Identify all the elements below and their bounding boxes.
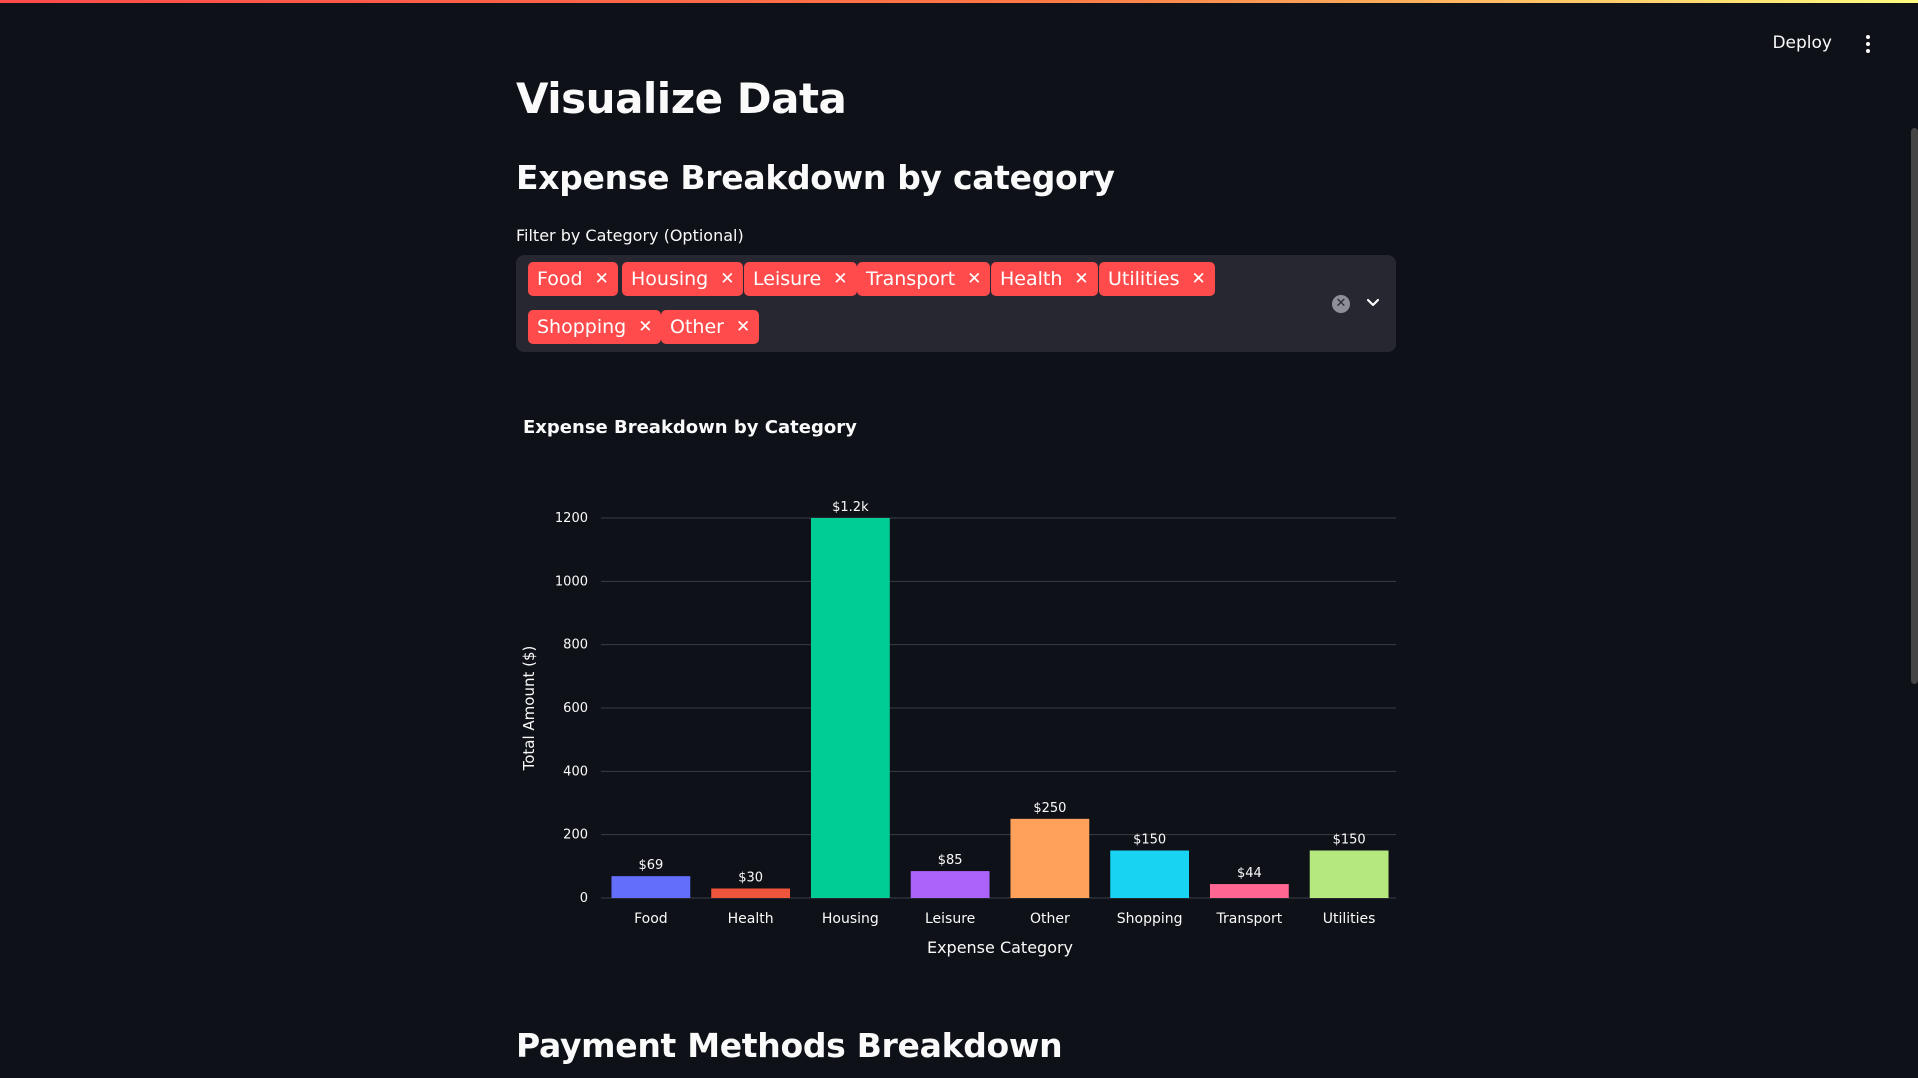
bar-data-label: $69 (638, 858, 663, 873)
bar-data-label: $1.2k (832, 500, 869, 515)
y-tick-label: 0 (580, 891, 588, 906)
chart-svg: Expense Breakdown by Category 0 200 400 600 8… (520, 417, 1399, 957)
x-tick-label: Housing (822, 911, 879, 927)
top-decoration-bar (0, 0, 1918, 3)
bar-data-label: $85 (938, 853, 963, 868)
y-axis-label: Total Amount ($) (520, 646, 538, 772)
scrollbar[interactable] (1911, 128, 1918, 684)
filter-label: Filter by Category (Optional) (516, 226, 744, 245)
remove-chip-icon[interactable]: ✕ (720, 269, 734, 289)
remove-chip-icon[interactable]: ✕ (833, 269, 847, 289)
bar-leisure (910, 871, 990, 898)
chip-utilities[interactable]: Utilities ✕ (1099, 262, 1215, 296)
bar-data-label: $150 (1133, 833, 1166, 848)
bar-transport (1209, 884, 1289, 898)
chip-other[interactable]: Other ✕ (661, 310, 760, 344)
x-tick-label: Transport (1216, 911, 1283, 927)
chip-label: Shopping (537, 316, 627, 338)
bar-food (611, 876, 691, 898)
chip-label: Leisure (753, 268, 822, 290)
chip-label: Housing (631, 268, 709, 290)
chip-transport[interactable]: Transport ✕ (857, 262, 991, 296)
chip-label: Other (670, 316, 724, 338)
y-tick-label: 1000 (555, 574, 588, 589)
x-axis-label: Expense Category (927, 938, 1073, 957)
x-tick-label: Food (634, 911, 668, 927)
y-tick-label: 800 (563, 638, 588, 653)
chip-label: Health (1000, 268, 1063, 290)
remove-chip-icon[interactable]: ✕ (1192, 269, 1206, 289)
bar-utilities (1309, 850, 1389, 898)
chip-health[interactable]: Health ✕ (991, 262, 1098, 296)
deploy-button[interactable]: Deploy (1766, 32, 1838, 54)
x-tick-label: Shopping (1117, 911, 1183, 927)
bar-shopping (1110, 850, 1190, 898)
y-tick-label: 1200 (555, 511, 588, 526)
expense-bar-chart: Expense Breakdown by Category 0 200 400 600 8… (516, 410, 1399, 970)
chip-label: Utilities (1108, 268, 1180, 290)
x-tick-label: Leisure (925, 911, 975, 927)
chip-food[interactable]: Food ✕ (528, 262, 618, 296)
page-title: Visualize Data (516, 74, 847, 123)
remove-chip-icon[interactable]: ✕ (967, 269, 981, 289)
bar-data-label: $30 (738, 871, 763, 886)
remove-chip-icon[interactable]: ✕ (1074, 269, 1088, 289)
chevron-down-icon[interactable] (1364, 293, 1382, 311)
x-tick-label: Utilities (1323, 911, 1376, 927)
section-title: Expense Breakdown by category (516, 158, 1115, 197)
category-multiselect[interactable]: Food ✕ Housing ✕ Leisure ✕ Transport ✕ H… (516, 255, 1396, 352)
x-tick-label: Health (728, 911, 774, 927)
chip-housing[interactable]: Housing ✕ (622, 262, 744, 296)
chip-label: Transport (866, 268, 956, 290)
bar-data-label: $44 (1237, 866, 1262, 881)
remove-chip-icon[interactable]: ✕ (736, 317, 750, 337)
bar-other (1010, 818, 1090, 898)
y-tick-label: 400 (563, 764, 588, 779)
bar-data-label: $150 (1333, 833, 1366, 848)
remove-chip-icon[interactable]: ✕ (595, 269, 609, 289)
bar-housing (810, 518, 890, 898)
chart-title: Expense Breakdown by Category (523, 417, 857, 438)
clear-all-icon[interactable]: ✕ (1332, 295, 1350, 313)
bar-health (711, 888, 791, 898)
y-tick-label: 200 (563, 828, 588, 843)
chip-label: Food (537, 268, 583, 290)
remove-chip-icon[interactable]: ✕ (638, 317, 652, 337)
kebab-menu-icon[interactable] (1858, 32, 1878, 56)
chip-shopping[interactable]: Shopping ✕ (528, 310, 662, 344)
payment-methods-title: Payment Methods Breakdown (516, 1026, 1063, 1065)
chip-leisure[interactable]: Leisure ✕ (744, 262, 857, 296)
x-tick-label: Other (1030, 911, 1070, 927)
bar-data-label: $250 (1033, 801, 1066, 816)
y-tick-label: 600 (563, 701, 588, 716)
